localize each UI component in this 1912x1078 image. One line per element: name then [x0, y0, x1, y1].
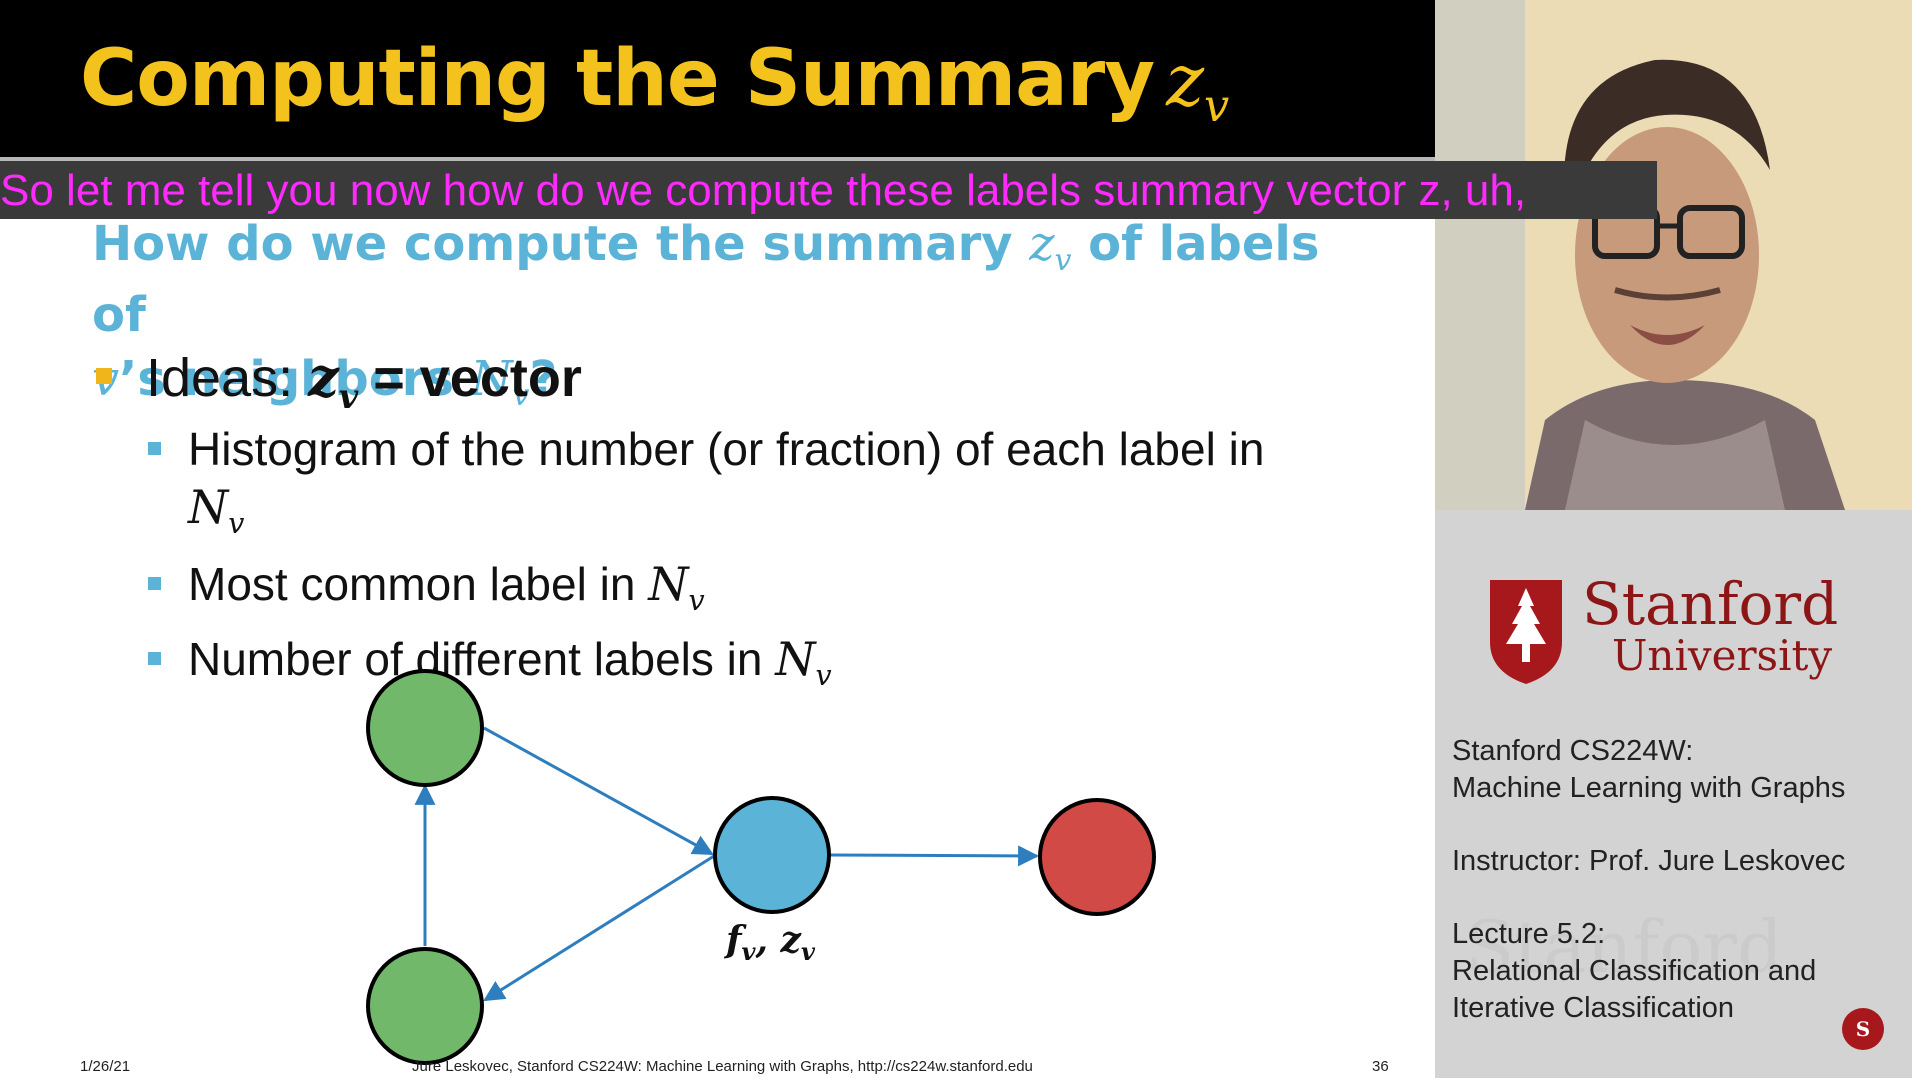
ideas-var-z: z [308, 345, 339, 409]
question-var-sub: v [1054, 243, 1072, 279]
sublist-var-sub: v [688, 583, 705, 617]
node-blue-center [713, 796, 831, 914]
slide-title: Computing the Summary zv [80, 34, 1229, 132]
footer-date: 1/26/21 [80, 1058, 131, 1075]
closed-caption: So let me tell you now how do we compute… [0, 166, 1527, 215]
slide-title-variable: zv [1166, 38, 1229, 132]
lecture-title-line2: Iterative Classification [1452, 992, 1735, 1024]
question-part1: How do we compute the summary [92, 216, 1030, 272]
title-var-sub: v [1204, 79, 1229, 132]
edge-center-to-red [829, 845, 1040, 867]
sublist-item-var: Nv [648, 557, 704, 617]
instructor: Instructor: Prof. Jure Leskovec [1452, 845, 1846, 877]
ideas-bullet: Ideas: zv = vector [96, 345, 582, 416]
sublist-item-text: Histogram of the number (or fraction) of… [188, 423, 1265, 475]
course-title-line2: Machine Learning with Graphs [1452, 772, 1846, 804]
instructor-video-frame [1435, 0, 1912, 510]
edge-center-to-bottom [483, 854, 715, 1002]
sublist-var-sub: v [228, 506, 245, 540]
label-sep: , [754, 919, 780, 961]
node-red [1038, 798, 1156, 916]
title-bar: Computing the Summary zv [0, 0, 1435, 157]
node-green-top [366, 669, 484, 787]
label-z: z [780, 919, 803, 961]
label-f-sub: v [742, 937, 757, 966]
question-var-z: z [1029, 216, 1055, 272]
slide-title-text: Computing the Summary [80, 34, 1155, 124]
node-label: fv, zv [723, 919, 816, 966]
lecture-info: Lecture 5.2: Relational Classification an… [1452, 916, 1902, 1027]
lecture-number: Lecture 5.2: [1452, 918, 1606, 950]
sublist-item: Most common label in Nv [148, 555, 1348, 620]
ideas-label: Ideas: [146, 348, 309, 408]
course-title-line1: Stanford CS224W: [1452, 735, 1694, 767]
question-var: zv [1029, 216, 1071, 278]
logo-stanford-text: Stanford [1582, 572, 1838, 638]
lecture-title-line1: Relational Classification and [1452, 955, 1817, 987]
sublist-item: Histogram of the number (or fraction) of… [148, 420, 1348, 543]
sublist-item-text: Most common label in [188, 558, 649, 610]
node-green-bottom [366, 947, 484, 1065]
gold-bullet-icon [96, 367, 112, 384]
ideas-var: zv [308, 345, 358, 416]
ideas-var-sub: v [338, 376, 359, 416]
course-title: Stanford CS224W: Machine Learning with Gr… [1452, 733, 1902, 807]
footer-page-number: 36 [1372, 1058, 1389, 1075]
sublist-var-N: N [648, 557, 689, 611]
title-var-z: z [1166, 38, 1204, 122]
sublist-var-N: N [188, 480, 229, 534]
label-z-sub: v [801, 937, 816, 966]
logo-university-text: University [1612, 631, 1832, 680]
sublist-item-var: Nv [188, 480, 244, 540]
instructor-video [1435, 0, 1912, 510]
edge-top-to-center [483, 726, 714, 856]
ideas-rest: = vector [358, 348, 582, 408]
blue-bullet-icon [148, 577, 161, 590]
neighbor-graph: fv, zv [366, 669, 1156, 1065]
course-info: Stanford CS224W: Machine Learning with Gr… [1452, 733, 1902, 1063]
stanford-logo: Stanford University [1490, 572, 1838, 684]
blue-bullet-icon [148, 442, 161, 455]
footer-credit: Jure Leskovec, Stanford CS224W: Machine … [412, 1058, 1033, 1075]
stanford-online-icon[interactable]: S [1842, 1008, 1884, 1050]
